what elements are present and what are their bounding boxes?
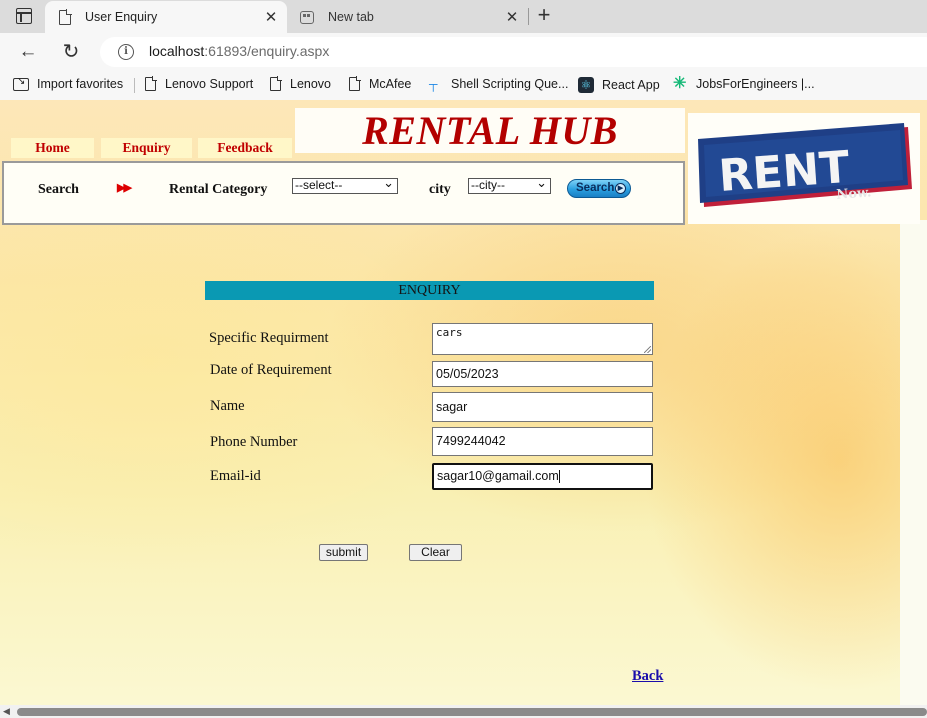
phone-value: 7499244042 <box>436 434 506 448</box>
close-tab-icon[interactable]: ✕ <box>261 8 281 26</box>
site-info-icon[interactable]: i <box>118 44 134 60</box>
favorite-label: Lenovo Support <box>165 77 254 91</box>
reload-button[interactable]: ↻ <box>58 39 84 65</box>
page-icon <box>145 76 157 91</box>
search-panel: Search ▶▶ Rental Category --select-- cit… <box>2 161 685 225</box>
back-link[interactable]: Back <box>632 668 663 685</box>
tab-divider <box>528 8 529 25</box>
nav-enquiry[interactable]: Enquiry <box>101 138 192 158</box>
date-label: Date of Requirement <box>210 362 332 378</box>
double-arrow-icon: ▶▶ <box>117 182 132 194</box>
search-label: Search <box>38 182 79 197</box>
search-button[interactable]: Search ▶ <box>567 179 631 198</box>
city-label: city <box>429 182 451 197</box>
rental-category-value: --select-- <box>295 178 343 192</box>
submit-button[interactable]: submit <box>319 544 368 561</box>
name-value: sagar <box>436 400 468 414</box>
logo-subtext: Now. <box>836 185 872 202</box>
email-value: sagar10@gamail.com <box>437 469 559 483</box>
logo-text: RENT <box>717 142 851 202</box>
address-bar[interactable]: i localhost:61893/enquiry.aspx <box>100 37 927 67</box>
clear-button[interactable]: Clear <box>409 544 462 561</box>
page-icon <box>59 8 72 25</box>
tab-new-tab[interactable]: New tab ✕ <box>288 1 528 33</box>
requirement-label: Specific Requirment <box>209 330 329 346</box>
nav-feedback[interactable]: Feedback <box>198 138 292 158</box>
text-caret <box>558 470 560 484</box>
page-viewport: Home Enquiry Feedback RENTAL HUB RENT No… <box>0 100 927 705</box>
email-label: Email-id <box>210 468 261 484</box>
favorite-mcafee[interactable]: McAfee <box>349 76 412 91</box>
city-value: --city-- <box>471 178 505 192</box>
favorite-react-app[interactable]: ⚛ React App <box>578 77 660 93</box>
favorite-label: McAfee <box>369 77 412 91</box>
arrow-right-icon: ▶ <box>615 182 626 194</box>
close-tab-icon[interactable]: ✕ <box>502 8 522 26</box>
back-button[interactable]: ← <box>15 39 41 65</box>
nav-home[interactable]: Home <box>11 138 94 158</box>
url-path: :61893/enquiry.aspx <box>204 43 330 59</box>
phone-label: Phone Number <box>210 434 298 450</box>
favorite-lenovo[interactable]: Lenovo <box>270 76 332 91</box>
rent-logo-graphic: RENT Now. <box>698 123 912 207</box>
import-icon <box>13 76 29 91</box>
rental-category-select[interactable]: --select-- <box>292 176 398 194</box>
favorite-label: Import favorites <box>37 77 124 91</box>
favorites-bar: Import favorites Lenovo Support Lenovo M… <box>0 70 927 100</box>
date-value: 05/05/2023 <box>436 367 499 381</box>
horizontal-scrollbar[interactable]: ◀ <box>0 705 927 718</box>
page-edge <box>900 220 927 705</box>
name-label: Name <box>210 398 245 414</box>
requirement-textarea[interactable]: cars <box>432 323 653 355</box>
favorite-import[interactable]: Import favorites <box>13 76 124 91</box>
scroll-left-icon[interactable]: ◀ <box>3 706 10 717</box>
email-input[interactable]: sagar10@gamail.com <box>432 463 653 490</box>
url-host: localhost <box>149 43 205 59</box>
search-button-label: Search <box>576 182 615 194</box>
tab-title: New tab <box>328 10 374 24</box>
site-banner: RENTAL HUB <box>295 108 685 153</box>
date-input[interactable]: 05/05/2023 <box>432 361 653 387</box>
favorite-lenovo-support[interactable]: Lenovo Support <box>145 76 254 91</box>
enquiry-heading: ENQUIRY <box>205 281 654 300</box>
tab-user-enquiry[interactable]: User Enquiry ✕ <box>45 1 287 33</box>
url-text[interactable]: localhost:61893/enquiry.aspx <box>149 43 329 59</box>
resize-grip-icon[interactable] <box>644 346 651 353</box>
favorite-shell-scripting[interactable]: ┬ Shell Scripting Que... <box>429 77 568 91</box>
react-icon: ⚛ <box>578 77 594 93</box>
rent-now-logo: RENT Now. <box>688 113 920 224</box>
tab-strip: User Enquiry ✕ New tab ✕ + <box>0 0 927 33</box>
favorite-jobs-for-engineers[interactable]: ✳ JobsForEngineers |... <box>673 75 815 92</box>
browser-toolbar: ← ↻ i localhost:61893/enquiry.aspx <box>0 33 927 70</box>
favorites-divider <box>134 78 135 93</box>
favorite-label: JobsForEngineers |... <box>696 77 815 91</box>
favorite-label: React App <box>602 78 660 92</box>
favorite-label: Shell Scripting Que... <box>451 77 569 91</box>
requirement-value: cars <box>436 326 463 339</box>
page-icon <box>349 76 361 91</box>
favorite-label: Lenovo <box>290 77 332 91</box>
page-icon <box>270 76 282 91</box>
tab-title: User Enquiry <box>85 10 158 24</box>
shell-icon: ┬ <box>429 77 438 91</box>
rental-category-label: Rental Category <box>169 182 268 197</box>
jobs-icon: ✳ <box>673 75 687 92</box>
scrollbar-thumb[interactable] <box>17 708 927 716</box>
site-title: RENTAL HUB <box>362 108 618 153</box>
city-select[interactable]: --city-- <box>468 176 551 194</box>
name-input[interactable]: sagar <box>432 392 653 422</box>
new-tab-page-icon <box>300 10 314 24</box>
new-tab-button[interactable]: + <box>534 4 554 28</box>
tab-actions-icon[interactable] <box>16 8 32 24</box>
phone-input[interactable]: 7499244042 <box>432 427 653 456</box>
